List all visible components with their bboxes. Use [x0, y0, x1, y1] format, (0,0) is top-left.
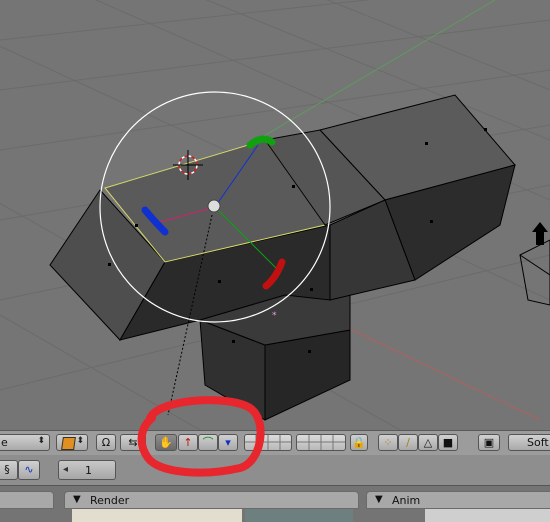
pivot-button[interactable]: Ω — [96, 434, 116, 451]
buttons-window: ▼ Render ▼ Anim — [0, 486, 550, 522]
mode-select-value: e — [1, 436, 8, 449]
transform-toggle-button[interactable]: ⇆ — [120, 434, 146, 451]
wave-icon: ∿ — [24, 463, 34, 476]
pivot-icon: Ω — [101, 436, 111, 449]
frame-counter[interactable]: ◂ 1 — [58, 460, 116, 480]
collapse-triangle-icon: ▼ — [375, 494, 383, 505]
frame-number: 1 — [85, 464, 92, 477]
3d-viewport[interactable]: * — [0, 0, 550, 430]
wave-button[interactable]: ∿ — [18, 460, 40, 480]
layer-grid-2 — [297, 435, 345, 450]
object-mode-button[interactable]: ⬍ — [56, 434, 88, 451]
viewport-canvas[interactable]: * — [0, 0, 550, 430]
edge-select-button[interactable]: ∕ — [398, 434, 418, 451]
hand-icon: ✋ — [159, 436, 173, 449]
lock-icon: 🔒 — [352, 436, 366, 449]
layer-grid-1 — [245, 435, 291, 450]
shading-select-value: Soft — [527, 436, 549, 449]
frame-decrement-arrow[interactable]: ◂ — [63, 464, 68, 475]
panel-anim-header[interactable]: ▼ Anim — [366, 491, 550, 509]
scale-manipulator-button[interactable]: ▾ — [218, 434, 238, 451]
vertex-select-button[interactable]: ⁘ — [378, 434, 398, 451]
transform-arrows-icon: ⇆ — [128, 436, 138, 449]
occlude-button[interactable]: ■ — [438, 434, 458, 451]
render-button[interactable]: ▣ — [478, 434, 500, 451]
hand-button[interactable]: ✋ — [155, 434, 177, 451]
curve-icon: § — [4, 463, 10, 476]
render-panel-field-1[interactable] — [72, 509, 242, 522]
updown-arrow-icon: ⬍ — [76, 436, 84, 446]
panel-left-header[interactable] — [0, 491, 54, 509]
anim-panel-field[interactable] — [425, 509, 550, 522]
orange-cube-icon — [61, 437, 76, 450]
lock-layers-button[interactable]: 🔒 — [350, 434, 368, 451]
shading-select[interactable]: Soft — [508, 434, 550, 451]
layer-buttons-2[interactable] — [296, 434, 346, 451]
updown-arrow-icon: ⬍ — [37, 436, 45, 446]
collapse-triangle-icon: ▼ — [73, 494, 81, 505]
mesh-object[interactable] — [49, 94, 516, 421]
translate-manipulator-button[interactable]: ↑ — [178, 434, 198, 451]
panel-render-header[interactable]: ▼ Render — [64, 491, 359, 509]
timeline-bar: § ∿ ◂ 1 — [0, 455, 550, 486]
viewport-header: e ⬍ ⬍ Ω ⇆ ✋ ↑ ⌒ ▾ 🔒 ⁘ ∕ △ ■ ▣ Soft — [0, 430, 550, 456]
render-panel-field-2[interactable] — [245, 509, 353, 522]
occlude-cube-icon: ■ — [442, 436, 454, 449]
edge-select-icon: ∕ — [406, 436, 410, 449]
origin-marker: * — [272, 311, 277, 321]
green-rotate-icon: ⌒ — [202, 436, 214, 449]
panel-render-title: Render — [90, 494, 130, 507]
ipo-curve-button[interactable]: § — [0, 460, 18, 480]
layer-buttons-1[interactable] — [244, 434, 292, 451]
rotate-manipulator-button[interactable]: ⌒ — [198, 434, 218, 451]
render-picture-icon: ▣ — [483, 436, 495, 449]
panel-anim-title: Anim — [392, 494, 421, 507]
mode-select[interactable]: e ⬍ — [0, 434, 50, 451]
vertex-select-icon: ⁘ — [383, 436, 393, 449]
blue-scale-icon: ▾ — [225, 436, 231, 449]
face-select-icon: △ — [423, 436, 433, 449]
red-arrow-icon: ↑ — [183, 436, 193, 449]
face-select-button[interactable]: △ — [418, 434, 438, 451]
